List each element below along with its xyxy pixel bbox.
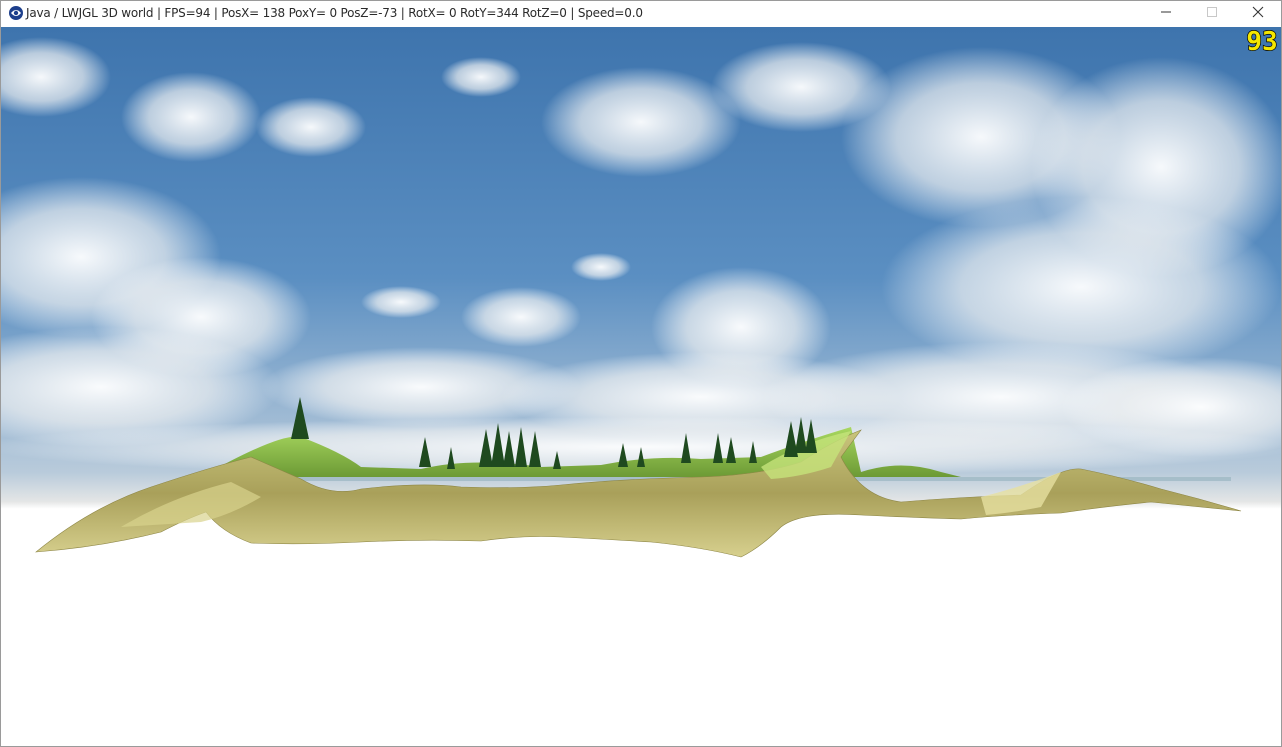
maximize-button[interactable] bbox=[1189, 1, 1235, 26]
minimize-icon bbox=[1160, 5, 1172, 23]
close-icon bbox=[1252, 5, 1264, 23]
java-app-icon[interactable] bbox=[8, 5, 24, 21]
app-window: Java / LWJGL 3D world | FPS=94 | PosX= 1… bbox=[0, 0, 1282, 747]
title-bar[interactable]: Java / LWJGL 3D world | FPS=94 | PosX= 1… bbox=[1, 1, 1281, 26]
close-button[interactable] bbox=[1235, 1, 1281, 26]
minimize-button[interactable] bbox=[1143, 1, 1189, 26]
fps-overlay-text: 93 bbox=[1246, 28, 1277, 54]
3d-viewport[interactable] bbox=[1, 27, 1281, 746]
window-title: Java / LWJGL 3D world | FPS=94 | PosX= 1… bbox=[26, 6, 643, 20]
maximize-icon bbox=[1206, 5, 1218, 23]
fps-overlay: 93 bbox=[1244, 26, 1280, 57]
